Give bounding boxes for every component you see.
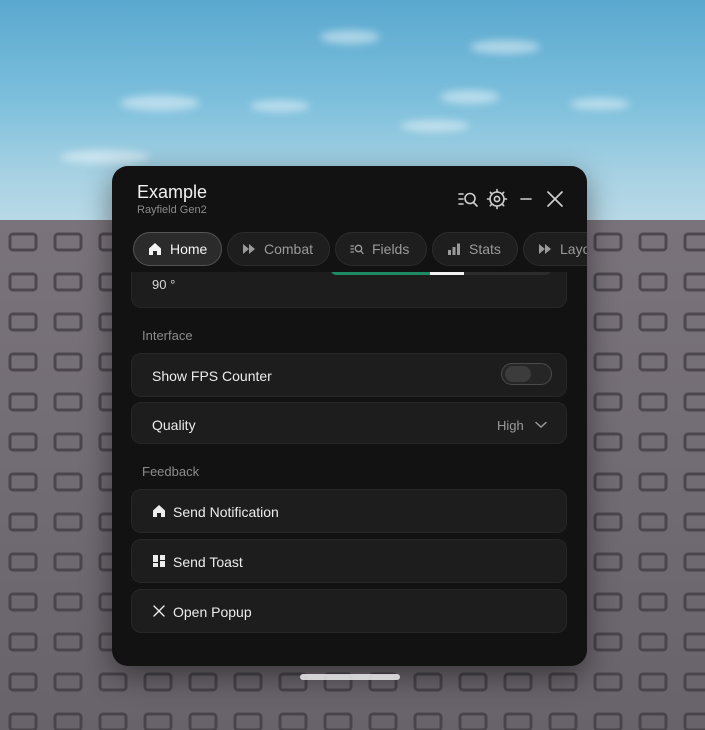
search-list-icon[interactable] xyxy=(457,188,479,210)
tab-content: 90 ° Interface Show FPS Counter Quality … xyxy=(112,272,587,666)
close-icon[interactable] xyxy=(544,188,566,210)
minimize-icon[interactable] xyxy=(515,188,537,210)
angle-slider-card: 90 ° xyxy=(131,272,567,308)
slider-knob[interactable] xyxy=(430,272,464,275)
tab-combat[interactable]: Combat xyxy=(227,232,330,266)
tab-home[interactable]: Home xyxy=(133,232,222,266)
window-title: Example xyxy=(137,182,208,202)
rayfield-window: Example Rayfield Gen2 Home Combat Fields… xyxy=(112,166,587,666)
button-label: Open Popup xyxy=(173,604,252,620)
fast-forward-icon xyxy=(243,244,255,254)
tab-bar: Home Combat Fields Stats Layout xyxy=(132,232,587,270)
slider-fill xyxy=(331,272,430,275)
tab-label: Home xyxy=(170,241,208,257)
quality-label: Quality xyxy=(152,417,196,433)
window-subtitle: Rayfield Gen2 xyxy=(137,204,207,216)
drag-handle[interactable] xyxy=(300,674,400,680)
quality-row[interactable]: Quality High xyxy=(131,402,567,444)
tab-label: Fields xyxy=(372,241,410,257)
bar-chart-icon xyxy=(448,243,460,255)
tab-layout[interactable]: Layout xyxy=(523,232,587,266)
search-list-icon xyxy=(350,244,364,255)
button-label: Send Toast xyxy=(173,554,243,570)
button-label: Send Notification xyxy=(173,504,279,520)
layout-icon xyxy=(152,554,166,568)
section-interface: Interface xyxy=(142,328,193,343)
gear-icon[interactable] xyxy=(486,188,508,210)
tab-stats[interactable]: Stats xyxy=(432,232,518,266)
home-icon xyxy=(152,504,166,518)
tab-fields[interactable]: Fields xyxy=(335,232,427,266)
send-notification-button[interactable]: Send Notification xyxy=(131,489,567,533)
open-popup-button[interactable]: Open Popup xyxy=(131,589,567,633)
section-feedback: Feedback xyxy=(142,464,200,479)
slider-value: 90 ° xyxy=(152,277,176,292)
tab-label: Layout xyxy=(560,241,587,257)
fps-counter-label: Show FPS Counter xyxy=(152,368,272,384)
quality-dropdown-value[interactable]: High xyxy=(497,418,524,433)
chevron-down-icon xyxy=(535,421,547,429)
fps-counter-row: Show FPS Counter xyxy=(131,353,567,397)
tab-label: Stats xyxy=(469,241,501,257)
angle-slider[interactable] xyxy=(331,272,551,275)
send-toast-button[interactable]: Send Toast xyxy=(131,539,567,583)
fps-counter-toggle[interactable] xyxy=(501,363,552,385)
home-icon xyxy=(149,243,161,255)
tab-label: Combat xyxy=(264,241,314,257)
close-icon xyxy=(152,604,166,618)
fast-forward-icon xyxy=(539,244,551,254)
